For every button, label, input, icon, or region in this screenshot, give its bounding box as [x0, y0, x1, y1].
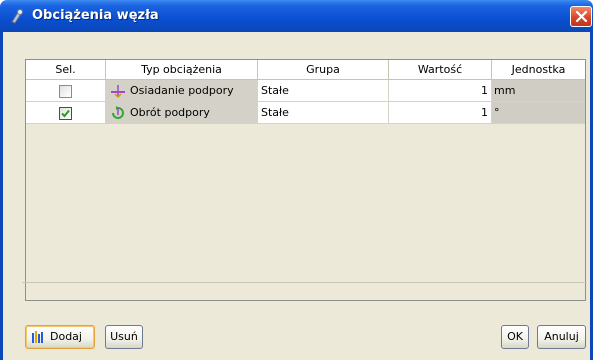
load-type-label: Osiadanie podpory: [130, 84, 234, 97]
select-checkbox[interactable]: [59, 107, 72, 120]
window-title: Obciążenia węzła: [32, 8, 159, 23]
column-header-group[interactable]: Grupa: [258, 60, 389, 80]
column-header-unit[interactable]: Jednostka: [492, 60, 585, 80]
select-cell[interactable]: [26, 80, 106, 102]
ok-button[interactable]: OK: [501, 325, 529, 349]
add-button-label: Dodaj: [50, 330, 82, 343]
close-button[interactable]: [570, 6, 592, 27]
remove-button[interactable]: Usuń: [105, 325, 143, 349]
group-cell[interactable]: Stałe: [258, 80, 389, 102]
close-icon: [575, 10, 588, 23]
select-cell[interactable]: [26, 102, 106, 124]
column-header-sel[interactable]: Sel.: [26, 60, 106, 80]
value-cell[interactable]: 1: [389, 80, 492, 102]
settlement-icon: [111, 85, 125, 99]
value-cell[interactable]: 1: [389, 102, 492, 124]
app-icon: [11, 9, 23, 24]
unit-cell: °: [492, 102, 585, 124]
add-button[interactable]: Dodaj: [25, 325, 95, 349]
rotation-icon: [112, 106, 124, 119]
checkmark-icon: [61, 109, 70, 118]
add-load-icon: [32, 331, 43, 343]
title-bar[interactable]: Obciążenia węzła: [0, 0, 593, 32]
cancel-button[interactable]: Anuluj: [537, 325, 586, 349]
column-header-value[interactable]: Wartość: [389, 60, 492, 80]
select-checkbox[interactable]: [59, 85, 72, 98]
type-cell[interactable]: Osiadanie podpory: [106, 80, 258, 102]
loads-table[interactable]: Sel. Typ obciążenia Grupa Wartość Jednos…: [25, 59, 586, 301]
column-header-type[interactable]: Typ obciążenia: [106, 60, 258, 80]
group-cell[interactable]: Stałe: [258, 102, 389, 124]
separator: [22, 282, 587, 283]
load-type-label: Obrót podpory: [130, 106, 210, 119]
unit-cell: mm: [492, 80, 585, 102]
type-cell[interactable]: Obrót podpory: [106, 102, 258, 124]
